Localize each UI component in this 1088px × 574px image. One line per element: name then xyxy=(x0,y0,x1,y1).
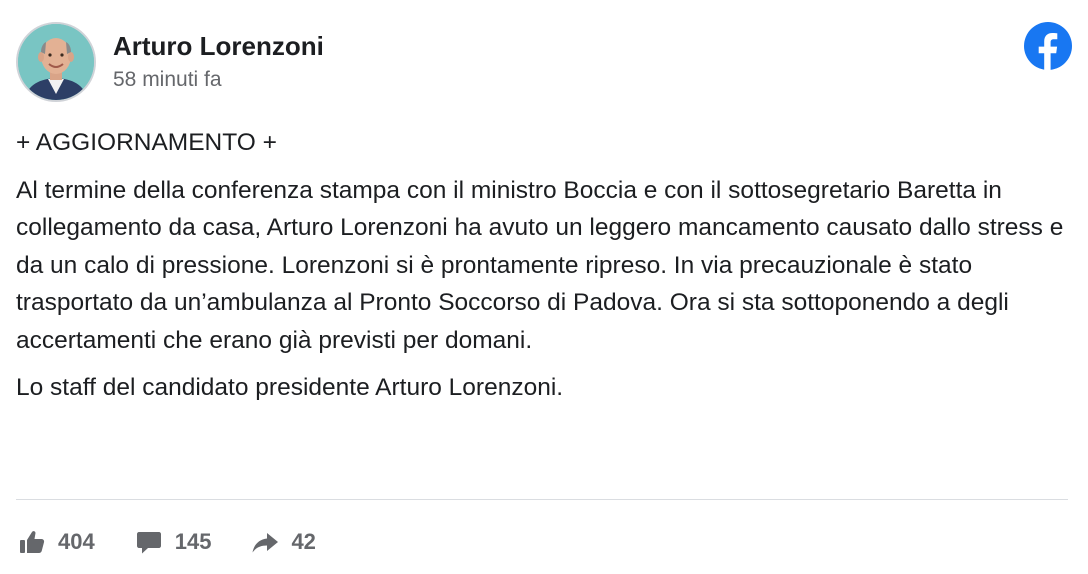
share-icon xyxy=(251,528,279,556)
post-timestamp[interactable]: 58 minuti fa xyxy=(113,68,222,92)
comment-button[interactable]: 145 xyxy=(135,528,212,556)
post-body: + AGGIORNAMENTO + Al termine della confe… xyxy=(16,124,1076,417)
thumbs-up-icon xyxy=(18,528,46,556)
avatar[interactable] xyxy=(16,22,96,102)
facebook-post: Arturo Lorenzoni 58 minuti fa + AGGIORNA… xyxy=(0,0,1088,574)
share-button[interactable]: 42 xyxy=(251,528,316,556)
like-count: 404 xyxy=(58,529,95,554)
author-name[interactable]: Arturo Lorenzoni xyxy=(113,31,324,61)
facebook-icon xyxy=(1024,22,1072,70)
reaction-bar: 404 145 42 xyxy=(18,524,356,560)
comment-icon xyxy=(135,528,163,556)
post-paragraph: Lo staff del candidato presidente Arturo… xyxy=(16,374,564,401)
post-paragraph: + AGGIORNAMENTO + xyxy=(16,129,277,156)
post-header: Arturo Lorenzoni 58 minuti fa xyxy=(16,20,1072,104)
divider xyxy=(16,499,1068,500)
like-button[interactable]: 404 xyxy=(18,528,95,556)
post-paragraph: Al termine della conferenza stampa con i… xyxy=(16,176,1064,354)
share-count: 42 xyxy=(291,529,316,554)
comment-count: 145 xyxy=(174,529,212,554)
